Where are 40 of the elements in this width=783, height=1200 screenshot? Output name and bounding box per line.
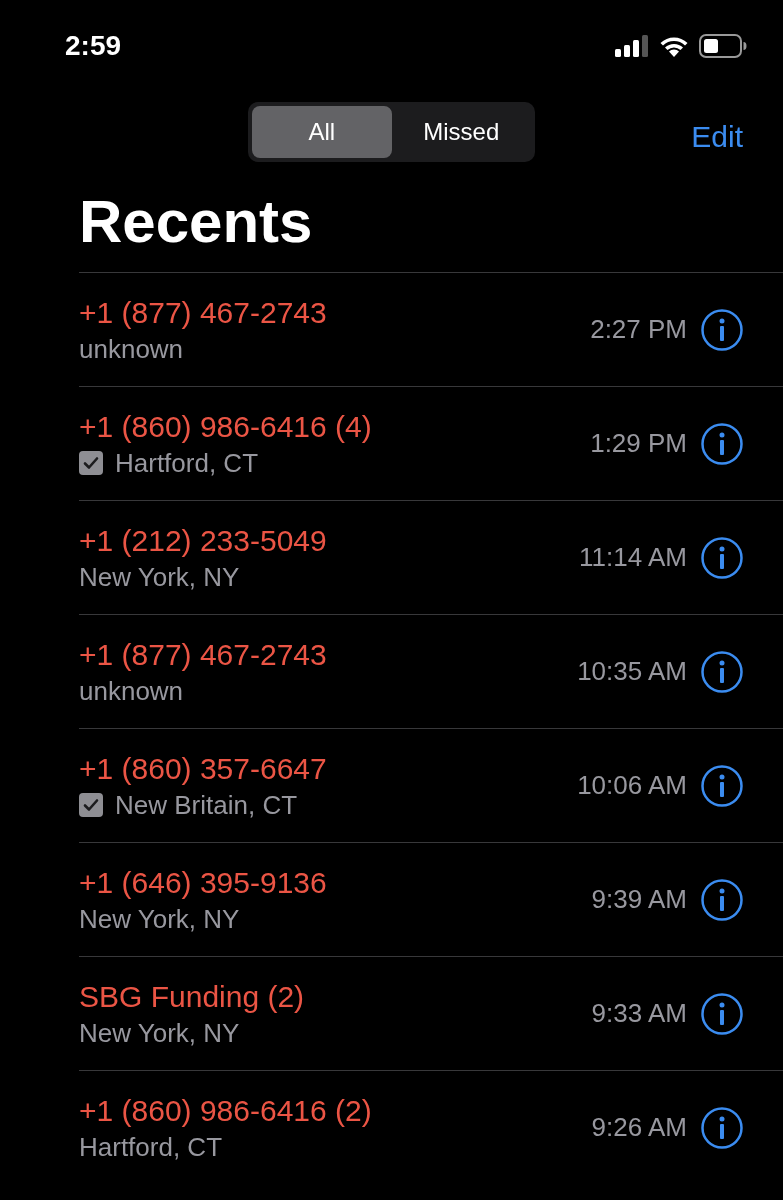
call-detail: Hartford, CT: [115, 446, 259, 480]
call-time: 2:27 PM: [590, 313, 687, 346]
caller-name[interactable]: +1 (860) 986-6416 (2): [79, 1091, 372, 1130]
call-detail: New York, NY: [79, 902, 240, 936]
call-detail: New York, NY: [79, 560, 240, 594]
call-time: 10:35 AM: [577, 655, 687, 688]
caller-name[interactable]: +1 (860) 986-6416 (4): [79, 407, 372, 446]
call-detail: New Britain, CT: [115, 788, 298, 822]
call-time: 9:33 AM: [591, 997, 687, 1030]
call-time: 9:26 AM: [591, 1111, 687, 1144]
call-time: 11:14 AM: [579, 541, 687, 574]
segment-tab[interactable]: All: [252, 106, 392, 158]
info-icon[interactable]: [701, 422, 743, 465]
page-title: Recents: [78, 187, 314, 257]
call-detail: unknown: [79, 674, 184, 708]
info-icon[interactable]: [701, 308, 743, 351]
segment-tab[interactable]: Missed: [391, 106, 531, 158]
info-icon[interactable]: [701, 764, 743, 807]
call-time: 9:39 AM: [591, 883, 687, 916]
call-detail: New York, NY: [79, 1016, 240, 1050]
info-icon[interactable]: [701, 992, 743, 1035]
call-time: 1:29 PM: [590, 427, 687, 460]
caller-name[interactable]: +1 (860) 357-6647: [79, 749, 327, 788]
info-icon[interactable]: [701, 650, 743, 693]
info-icon[interactable]: [701, 878, 743, 921]
caller-name[interactable]: +1 (877) 467-2743: [79, 635, 327, 674]
info-icon[interactable]: [701, 1106, 743, 1149]
caller-name[interactable]: SBG Funding (2): [79, 977, 305, 1016]
call-time: 10:06 AM: [577, 769, 687, 802]
caller-name[interactable]: +1 (212) 233-5049: [79, 521, 327, 560]
edit-button[interactable]: Edit: [691, 114, 743, 159]
battery-icon: [699, 34, 747, 58]
status-time: 2:59: [65, 29, 122, 63]
caller-name[interactable]: +1 (877) 467-2743: [79, 293, 327, 332]
call-detail: unknown: [79, 332, 184, 366]
call-detail: Hartford, CT: [79, 1130, 223, 1164]
wifi-icon: [659, 35, 689, 57]
info-icon[interactable]: [701, 536, 743, 579]
signal-icon: [615, 35, 649, 57]
caller-name[interactable]: +1 (646) 395-9136: [79, 863, 327, 902]
